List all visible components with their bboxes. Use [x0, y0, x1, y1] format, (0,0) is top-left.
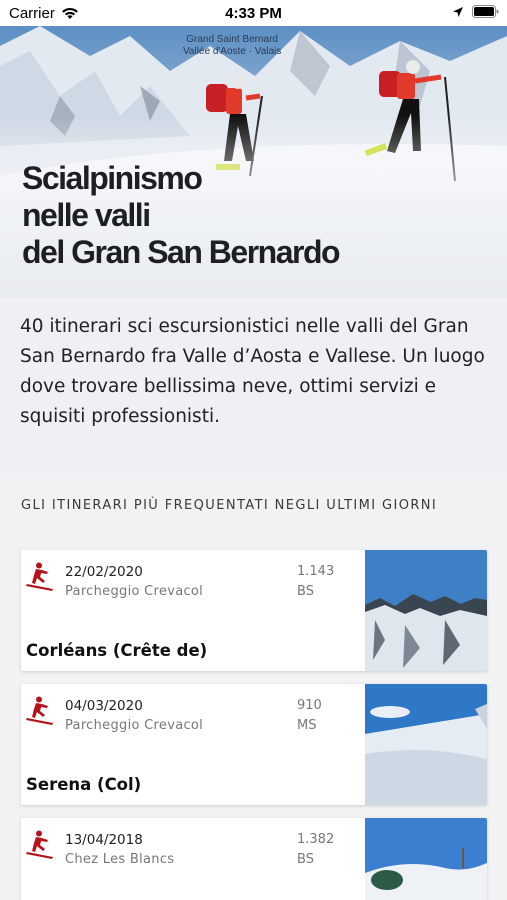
itinerary-photo — [365, 818, 487, 900]
itinerary-start-point: Parcheggio Crevacol — [65, 718, 204, 733]
app-screen: Carrier 4:33 PM Grand Saint Bernard Vall… — [0, 0, 507, 900]
itinerary-date: 13/04/2018 — [65, 832, 143, 848]
skier-icon — [26, 696, 53, 725]
clock: 4:33 PM — [225, 5, 282, 22]
skier-icon — [26, 830, 53, 859]
itinerary-start-point: Parcheggio Crevacol — [65, 584, 204, 599]
itinerary-date: 22/02/2020 — [65, 564, 143, 580]
page-title: Scialpinismo nelle valli del Gran San Be… — [22, 160, 341, 270]
itinerary-elevation: 1.143 — [297, 564, 335, 579]
itinerary-date: 04/03/2020 — [65, 698, 143, 714]
battery-icon — [472, 5, 499, 18]
itinerary-elevation: 1.382 — [297, 832, 335, 847]
itinerary-card[interactable]: 13/04/2018 Chez Les Blancs 1.382 BS — [21, 818, 487, 900]
itinerary-name: Serena (Col) — [26, 775, 142, 794]
location-arrow-icon — [453, 6, 463, 17]
hero-logo: Grand Saint Bernard Vallée d'Aoste · Val… — [183, 34, 282, 57]
itinerary-card[interactable]: 04/03/2020 Parcheggio Crevacol 910 MS Se… — [21, 684, 487, 805]
itinerary-difficulty: BS — [297, 584, 314, 599]
itinerary-photo — [365, 684, 487, 805]
status-bar: Carrier 4:33 PM — [0, 0, 507, 26]
itinerary-name: Corléans (Crête de) — [26, 641, 208, 660]
skier-icon — [26, 562, 53, 591]
popular-itineraries-section: GLI ITINERARI PIÙ FREQUENTATI NEGLI ULTI… — [0, 473, 507, 900]
itinerary-difficulty: MS — [297, 718, 317, 733]
itinerary-photo — [365, 550, 487, 671]
hero-banner: Grand Saint Bernard Vallée d'Aoste · Val… — [0, 26, 507, 298]
intro-section: 40 itinerari sci escursionistici nelle v… — [0, 298, 507, 473]
section-title: GLI ITINERARI PIÙ FREQUENTATI NEGLI ULTI… — [21, 498, 438, 513]
itinerary-difficulty: BS — [297, 852, 314, 867]
itinerary-start-point: Chez Les Blancs — [65, 852, 175, 867]
intro-text: 40 itinerari sci escursionistici nelle v… — [20, 316, 485, 427]
itinerary-elevation: 910 — [297, 698, 322, 713]
itinerary-card[interactable]: 22/02/2020 Parcheggio Crevacol 1.143 BS … — [21, 550, 487, 671]
